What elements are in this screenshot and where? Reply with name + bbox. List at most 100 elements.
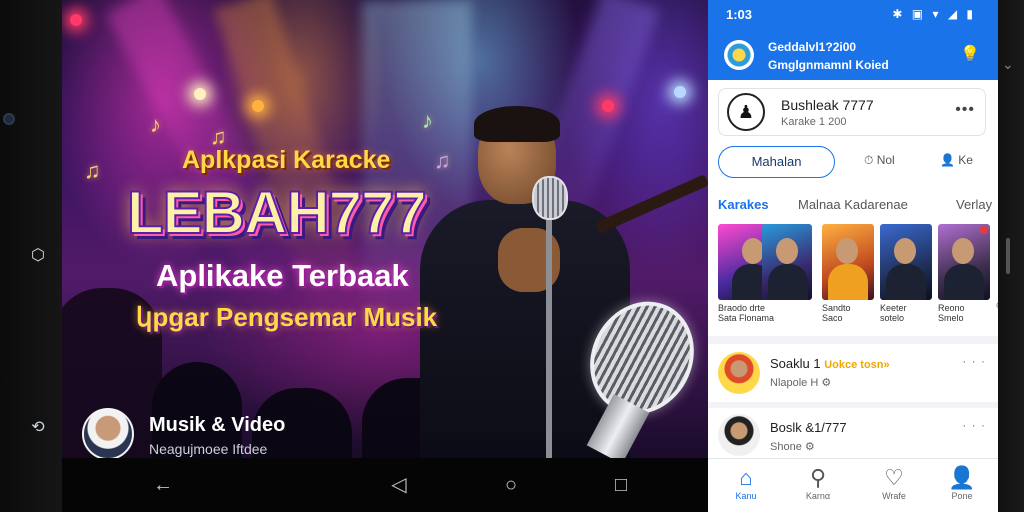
system-nav-bar: ← ◁ ○ □ [62, 458, 708, 512]
tab-favorites[interactable]: ♡ Wrafe [864, 465, 924, 501]
list-avatar [718, 414, 760, 456]
profile-icon: 👤 [948, 465, 976, 490]
list-item-sub: Nlapole H [770, 377, 819, 389]
stage-light-icon [674, 86, 686, 98]
list-item[interactable]: Soaklu 1 Uokce tosn» Nlapole H ⚙ · · · [708, 344, 998, 402]
promo-banner[interactable]: ♫ ♪ ♫ ♪ ♫ Aplkpasi Karacke LEBAH777 Apli… [62, 0, 708, 458]
hexagon-button-icon[interactable]: ⬡ [26, 244, 50, 268]
tab-profile-label: Pone [951, 491, 973, 501]
tab-search-label: Karnα [805, 491, 831, 501]
category-tabs: Karakes Malnaa Kadarenae Verlay [708, 192, 998, 216]
thumbnail-item[interactable]: Reono Smelo [938, 224, 990, 323]
header-line-2: Gmglgnmamnl Koied [768, 58, 889, 72]
phone-app-panel: 1:03 ✱ ▣ ▾ ◢ ▮ Geddalvl1?2i00 Gmglgnmamn… [708, 0, 998, 512]
home-icon: ⌂ [739, 465, 753, 490]
header-line-1: Geddalvl1?2i00 [768, 40, 857, 54]
guitar-icon [594, 174, 708, 234]
tab-profile[interactable]: 👤 Pone [932, 465, 992, 501]
right-bezel: ⌄ [998, 0, 1024, 512]
live-badge-icon [980, 226, 988, 234]
status-icons: ✱ ▣ ▾ ◢ ▮ [892, 7, 976, 21]
user-icon: 👤 [940, 153, 955, 167]
list-item-subtitle: Nlapole H ⚙ [770, 376, 831, 389]
bottom-tab-bar: ⌂ Kanu ⚲ Karnα ♡ Wrafe 👤 Pone [708, 458, 998, 512]
music-note-icon: ♪ [422, 108, 433, 133]
profile-card[interactable]: ♟ Bushleak 7777 Karake 1 200 ••• [718, 88, 986, 136]
status-bar: 1:03 ✱ ▣ ▾ ◢ ▮ [708, 0, 998, 30]
banner-title-sub: կpgar Pengsemar Musik [136, 302, 438, 332]
action-row: Mahalan ⏱ Nol 👤 Ke [718, 146, 988, 178]
thumbnail-caption-1: Braodo drte [718, 303, 766, 313]
list-item-title: Soaklu 1 Uokce tosn» [770, 356, 890, 371]
list-item-subtitle: Shone ⚙ [770, 440, 815, 453]
thumbnail-caption-2: Smelo [938, 313, 964, 323]
stage-light-icon [602, 100, 614, 112]
more-options-icon[interactable]: · · · [962, 418, 986, 432]
list-item-sub: Shone [770, 441, 802, 453]
search-icon: ⚲ [809, 465, 827, 490]
list-avatar [718, 352, 760, 394]
list-item[interactable]: Boslk &1/777 Shone ⚙ · · · [708, 408, 998, 458]
lightbulb-icon[interactable]: 💡 [960, 44, 980, 64]
channel-title[interactable]: Musik & Video [149, 414, 285, 437]
thumbnail-caption-2: Sata Flonama [718, 313, 775, 323]
tab-karaoke[interactable]: Karakes [718, 197, 769, 212]
music-note-icon: ♪ [150, 112, 161, 137]
timer-icon: ⏱ [864, 153, 874, 167]
heart-icon: ♡ [884, 465, 904, 490]
thumbnail-caption-1: Reono [938, 303, 965, 313]
stage-light-icon [194, 88, 206, 100]
back-triangle-icon[interactable]: ◁ [386, 472, 412, 498]
scroll-handle[interactable] [1006, 238, 1010, 274]
banner-title-small: Aplkpasi Karacke [182, 146, 391, 174]
profile-name: Bushleak 7777 [781, 97, 874, 113]
music-note-icon: ♫ [84, 158, 101, 183]
thumbnail-caption-2: Saco [822, 313, 843, 323]
tab-search[interactable]: ⚲ Karnα [788, 465, 848, 501]
mic-stand [546, 210, 552, 458]
rotate-icon[interactable]: ⟲ [26, 416, 50, 440]
home-circle-icon[interactable]: ○ [498, 472, 524, 498]
banner-title-brand: LEBAH777 [126, 178, 428, 247]
camera-icon [3, 113, 15, 125]
gear-icon: ⚙ [804, 441, 815, 453]
app-header: Geddalvl1?2i00 Gmglgnmamnl Koied 💡 [708, 30, 998, 80]
channel-subtitle: Neagujmoee Iftdee [149, 441, 268, 457]
profile-subtitle: Karake 1 200 [781, 116, 847, 128]
screen: ⬡ ⟲ ♫ ♪ ♫ ♪ ♫ Aplkpasi Karacke LEBAH777 [0, 0, 1024, 512]
divider [708, 336, 998, 344]
tab-right[interactable]: Verlay [956, 197, 992, 212]
thumbnail-item[interactable]: Sandto Saco [822, 224, 874, 323]
thumbnail-item[interactable] [762, 224, 812, 300]
microphone-icon [532, 176, 568, 220]
app-logo-icon[interactable] [724, 40, 754, 70]
list-item-name: Boslk &1/777 [770, 420, 847, 435]
tab-favorites-label: Wrafe [882, 491, 906, 501]
tab-home[interactable]: ⌂ Kanu [716, 465, 776, 501]
channel-avatar[interactable] [82, 408, 134, 458]
tab-home-label: Kanu [735, 491, 757, 501]
thumbnail-caption-2: sotelo [880, 313, 905, 323]
chevron-icon[interactable]: ⌄ [1002, 56, 1014, 73]
thumbnail-caption-1: Sandto [822, 303, 851, 313]
stage-light-icon [70, 14, 82, 26]
profile-avatar: ♟ [727, 93, 765, 131]
thumbnail-caption-1: Keeter [880, 303, 907, 313]
user-action[interactable]: 👤 Ke [940, 153, 973, 167]
list-item-tag: Uokce tosn» [824, 359, 890, 371]
timer-action[interactable]: ⏱ Nol [864, 153, 895, 168]
gear-icon: ⚙ [821, 377, 832, 389]
recents-square-icon[interactable]: □ [608, 472, 634, 498]
timer-action-label: Nol [876, 153, 895, 167]
list-item-title: Boslk &1/777 [770, 420, 847, 435]
thumbnail-item[interactable]: Keeter sotelo [880, 224, 932, 323]
banner-title-mid: Aplikake Terbaak [156, 258, 409, 293]
primary-action-button[interactable]: Mahalan [718, 146, 835, 178]
more-options-icon[interactable]: ••• [955, 101, 975, 119]
more-options-icon[interactable]: · · · [962, 354, 986, 368]
stage-light-icon [252, 100, 264, 112]
back-arrow-icon[interactable]: ← [150, 472, 176, 498]
tab-middle[interactable]: Malnaa Kadarenae [798, 197, 908, 212]
user-action-label: Ke [958, 153, 973, 167]
music-note-icon: ♫ [434, 148, 451, 173]
